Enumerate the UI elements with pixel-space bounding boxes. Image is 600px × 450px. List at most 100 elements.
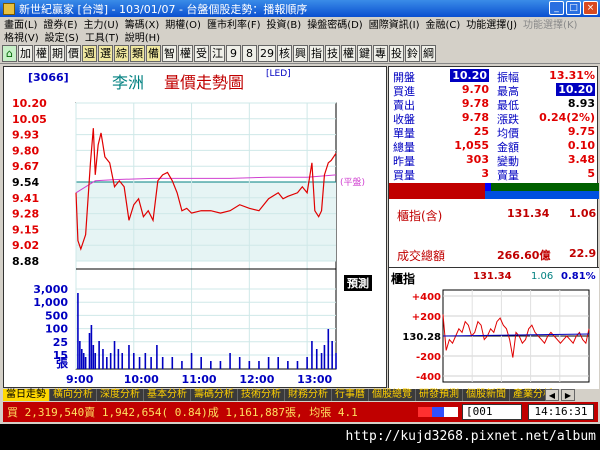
toolbar-button-13[interactable]: 9 [226, 44, 241, 62]
mini-tick-label: -200 [416, 352, 441, 363]
menu-item-11[interactable]: 功能選擇(K) [523, 16, 577, 31]
toolbar-button-15[interactable]: 29 [258, 44, 276, 62]
scroll-right-icon[interactable]: ▶ [561, 389, 575, 401]
price-tick-label: 9.54 [12, 176, 39, 189]
toolbar-button-16[interactable]: 核 [277, 44, 292, 62]
index-change: 1.06 [569, 207, 597, 220]
toolbar-button-9[interactable]: 智 [162, 44, 177, 62]
analysis-tab-5[interactable]: 技術分析 [238, 389, 285, 401]
toolbar-button-10[interactable]: 權 [178, 44, 193, 62]
toolbar-button-11[interactable]: 受 [194, 44, 209, 62]
toolbar-button-19[interactable]: 技 [325, 44, 340, 62]
menu-item-8[interactable]: 國際資訊(I) [369, 16, 420, 31]
quote-row: 單量 25 均價 9.75 [389, 125, 599, 140]
mini-tick-label: -400 [416, 372, 441, 383]
quote-value: 8.93 [567, 97, 595, 110]
analysis-tab-2[interactable]: 深度分析 [97, 389, 144, 401]
toolbar-button-25[interactable]: 綱 [421, 44, 436, 62]
quote-value: 9.70 [461, 83, 489, 96]
stock-code: [3066] [28, 71, 69, 84]
quote-value: 1,055 [454, 139, 489, 152]
quote-value: 303 [466, 153, 489, 166]
toolbar-button-12[interactable]: 江 [210, 44, 225, 62]
quote-row: 賣出 9.78 最低 8.93 [389, 97, 599, 112]
menu-item-4[interactable]: 期權(O) [165, 16, 201, 31]
analysis-tab-6[interactable]: 財務分析 [285, 389, 332, 401]
mini-index-label: 櫃指 [391, 272, 416, 286]
toolbar-button-18[interactable]: 指 [309, 44, 324, 62]
toolbar-button-5[interactable]: 選 [98, 44, 113, 62]
toolbar-button-17[interactable]: 興 [293, 44, 308, 62]
window-controls: _ □ × [549, 1, 598, 15]
price-tick-label: 9.67 [12, 160, 39, 173]
home-button[interactable]: ⌂ [2, 44, 17, 62]
turnover-label: 成交總額 [397, 249, 446, 263]
close-button[interactable]: × [583, 1, 598, 15]
index-label: 櫃指(含) [397, 209, 443, 223]
toolbar-button-8[interactable]: 備 [146, 44, 161, 62]
volume-tick-label: 1,000 [33, 296, 68, 309]
volume-tick-label: 3,000 [33, 283, 68, 296]
turnover-value: 266.60億 [497, 249, 551, 262]
analysis-tab-1[interactable]: 橫向分析 [50, 389, 97, 401]
quote-value: 3 [481, 167, 489, 180]
mini-index-change: 1.06 [531, 271, 554, 282]
analysis-tab-8[interactable]: 個股總覽 [369, 389, 416, 401]
price-tick-label: 9.15 [12, 223, 39, 236]
price-tick-label: 10.20 [12, 97, 47, 110]
reference-label: (平盤) [340, 178, 366, 188]
toolbar-button-14[interactable]: 8 [242, 44, 257, 62]
quote-label: 賣量 [497, 169, 519, 182]
quote-value: 13.31% [549, 69, 595, 82]
led-label: [LED] [266, 69, 291, 79]
below-ref-area [76, 182, 336, 261]
menu-item-5[interactable]: 匯市利率(F) [207, 16, 261, 31]
analysis-tab-7[interactable]: 行事曆 [332, 389, 369, 401]
code-input[interactable]: [001 [462, 404, 522, 420]
toolbar-button-1[interactable]: 權 [34, 44, 49, 62]
menu-item-7[interactable]: 操盤密碼(D) [307, 16, 363, 31]
toolbar-button-0[interactable]: 加 [18, 44, 33, 62]
menu-item-9[interactable]: 金融(C) [425, 16, 460, 31]
mini-tick-label: 130.28 [402, 332, 441, 343]
quote-row: 買進 9.70 最高 10.20 [389, 83, 599, 98]
menu-item-r2-1[interactable]: 設定(S) [45, 29, 79, 44]
menu-item-10[interactable]: 功能選擇(J) [466, 16, 517, 31]
menu-item-r2-0[interactable]: 格視(V) [4, 29, 39, 44]
toolbar-button-24[interactable]: 鈴 [405, 44, 420, 62]
forecast-button[interactable]: 預測 [344, 275, 372, 291]
toolbar-button-7[interactable]: 類 [130, 44, 145, 62]
toolbar-button-20[interactable]: 權 [341, 44, 356, 62]
analysis-tabs: 當日走勢 橫向分析 深度分析 基本分析 籌碼分析 技術分析 財務分析 行事曆 個股總覽 研發預測個… [3, 389, 557, 401]
toolbar-button-21[interactable]: 鍵 [357, 44, 372, 62]
analysis-tab-4[interactable]: 籌碼分析 [191, 389, 238, 401]
toolbar-button-3[interactable]: 價 [66, 44, 81, 62]
maximize-button[interactable]: □ [566, 1, 581, 15]
menu-item-r2-2[interactable]: 工具(T) [85, 29, 119, 44]
analysis-tab-9[interactable]: 研發預測 [416, 389, 463, 401]
toolbar-button-4[interactable]: 週 [82, 44, 97, 62]
quote-value: 9.75 [567, 125, 595, 138]
volume-tick-label: 25 [53, 336, 68, 349]
analysis-tab-0[interactable]: 當日走勢 [3, 389, 50, 401]
analysis-tab-3[interactable]: 基本分析 [144, 389, 191, 401]
title-bar: 新世紀贏家 [台灣] - 103/01/07 - 台盤個股走勢：播報順序 _ □… [0, 0, 600, 17]
price-tick-label: 9.93 [12, 129, 39, 142]
turnover-row: 成交總額 266.60億 22.9 [389, 245, 599, 263]
quote-row: 總量 1,055 金額 0.10 [389, 139, 599, 154]
mini-index-chart[interactable]: 櫃指 131.34 1.06 0.81% +400 +200 130.28 -200 -… [389, 267, 599, 389]
minimize-button[interactable]: _ [549, 1, 564, 15]
toolbar-button-22[interactable]: 專 [373, 44, 388, 62]
menu-item-6[interactable]: 投資(B) [267, 16, 302, 31]
menu-item-r2-3[interactable]: 說明(H) [125, 29, 160, 44]
stock-name: 李洲 [112, 73, 145, 92]
analysis-tab-10[interactable]: 個股新聞 [463, 389, 510, 401]
chart-title: 量價走勢圖 [164, 73, 245, 92]
toolbar-button-23[interactable]: 投 [389, 44, 404, 62]
toolbar-button-2[interactable]: 期 [50, 44, 65, 62]
menu-bar: 畫面(L) 證券(E) 主力(U) 籌碼(X) 期權(O) 匯市利率(F) 投資(B) 操盤密… [0, 16, 600, 44]
price-volume-chart[interactable]: 10.20 10.05 9.93 9.80 9.67 9.54 9.41 9.28 9.15 9.… [4, 67, 388, 389]
mini-index-value: 131.34 [473, 271, 512, 282]
toolbar-button-6[interactable]: 綜 [114, 44, 129, 62]
scroll-left-icon[interactable]: ◀ [545, 389, 559, 401]
